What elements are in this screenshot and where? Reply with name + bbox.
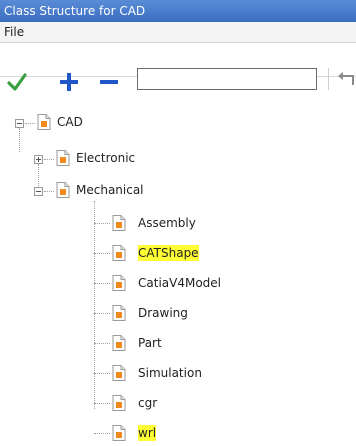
tree-node-label: Assembly [138, 216, 196, 230]
tree-node-label-highlighted: wrl [138, 425, 157, 441]
tree-connector [94, 223, 110, 224]
tree-node-drawing[interactable]: Drawing [0, 303, 356, 323]
class-icon [37, 114, 51, 130]
collapse-toggle-icon[interactable] [34, 187, 43, 196]
tree-connector [94, 313, 110, 314]
tree-node-cad[interactable]: CAD [0, 112, 356, 132]
tree-connector [44, 159, 54, 160]
tree-node-label-highlighted: CATShape [138, 245, 199, 261]
tree-node-label: Electronic [76, 151, 136, 165]
class-icon [112, 395, 126, 411]
expand-toggle-icon[interactable] [34, 155, 43, 164]
class-icon [112, 275, 126, 291]
tree-connector [25, 123, 35, 124]
class-tree: CAD Electronic Mechanical Assembly CATSh… [0, 77, 356, 446]
tree-node-catshape[interactable]: CATShape [0, 243, 356, 263]
tree-connector [94, 283, 110, 284]
tree-connector [44, 191, 54, 192]
menu-file[interactable]: File [4, 25, 24, 39]
tree-node-label: Simulation [138, 366, 202, 380]
class-icon [56, 150, 70, 166]
tree-node-label: CAD [57, 115, 83, 129]
collapse-toggle-icon[interactable] [15, 119, 24, 128]
tree-node-wrl[interactable]: wrl [0, 423, 356, 443]
tree-connector [94, 433, 110, 434]
tree-node-label: Mechanical [76, 183, 144, 197]
tree-connector [94, 253, 110, 254]
tree-node-cgr[interactable]: cgr [0, 393, 356, 413]
class-icon [112, 425, 126, 441]
tree-node-simulation[interactable]: Simulation [0, 363, 356, 383]
tree-node-catiav4model[interactable]: CatiaV4Model [0, 273, 356, 293]
tree-node-part[interactable]: Part [0, 333, 356, 353]
tree-node-label: cgr [138, 396, 158, 410]
tree-connector [94, 373, 110, 374]
menu-bar: File [0, 22, 356, 43]
class-icon [112, 215, 126, 231]
class-icon [112, 365, 126, 381]
class-icon [56, 182, 70, 198]
tree-connector [94, 403, 110, 404]
tree-node-assembly[interactable]: Assembly [0, 213, 356, 233]
class-icon [112, 335, 126, 351]
tree-node-label: Drawing [138, 306, 188, 320]
tree-node-label: CatiaV4Model [138, 276, 221, 290]
class-icon [112, 305, 126, 321]
window-title: Class Structure for CAD [0, 0, 356, 22]
class-icon [112, 245, 126, 261]
tree-connector [94, 343, 110, 344]
tree-node-electronic[interactable]: Electronic [0, 148, 356, 168]
tree-node-label: Part [138, 336, 162, 350]
tree-node-mechanical[interactable]: Mechanical [0, 180, 356, 200]
